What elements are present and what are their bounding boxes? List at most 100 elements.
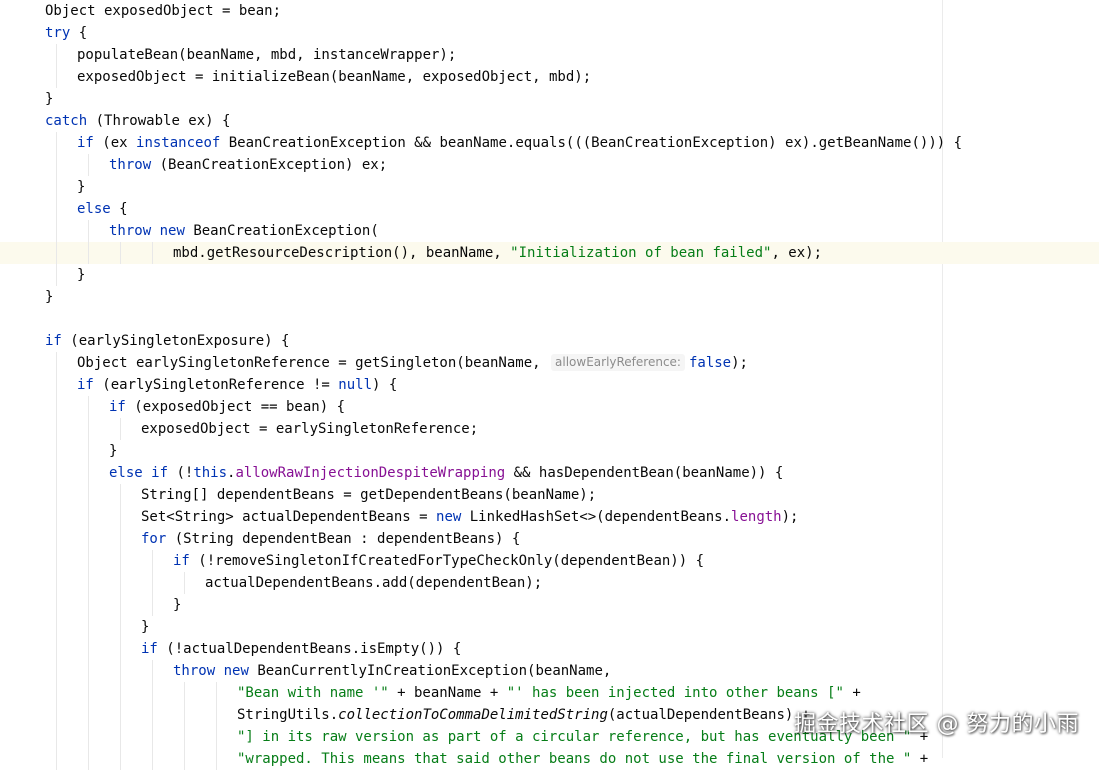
indent-guide (184, 748, 185, 770)
code-token: throw (109, 157, 152, 173)
code-token: { (70, 25, 88, 41)
code-token: instanceof (136, 135, 221, 151)
indent-guide (216, 682, 217, 704)
code-token: mbd.getResourceDescription(), beanName, (173, 245, 511, 261)
code-token: "Initialization of bean failed" (510, 245, 772, 261)
code-token: if (77, 377, 94, 393)
code-token: new (436, 509, 462, 525)
code-line[interactable]: Object exposedObject = bean; (0, 0, 1099, 22)
code-text: catch (Throwable ex) { (45, 111, 230, 131)
code-line[interactable]: mbd.getResourceDescription(), beanName, … (0, 242, 1099, 264)
code-token: if (141, 641, 158, 657)
code-line[interactable]: catch (Throwable ex) { (0, 110, 1099, 132)
code-line[interactable]: throw (BeanCreationException) ex; (0, 154, 1099, 176)
code-line[interactable]: exposedObject = earlySingletonReference; (0, 418, 1099, 440)
code-token: else (77, 201, 111, 217)
indent-guide (216, 748, 217, 770)
indent-guide (56, 616, 57, 638)
code-text: "Bean with name '" + beanName + "' has b… (237, 683, 861, 703)
code-text: mbd.getResourceDescription(), beanName, … (173, 243, 822, 263)
code-line[interactable]: if (exposedObject == bean) { (0, 396, 1099, 418)
indent-guide (56, 44, 57, 66)
code-token: exposedObject = earlySingletonReference; (141, 421, 479, 437)
indent-guide (152, 572, 153, 594)
code-line[interactable]: actualDependentBeans.add(dependentBean); (0, 572, 1099, 594)
watermark: 掘金技术社区 @ 努力的小雨 (794, 712, 1079, 737)
code-token: ); (731, 355, 748, 371)
code-line[interactable]: Set<String> actualDependentBeans = new L… (0, 506, 1099, 528)
code-text: } (77, 265, 85, 285)
indent-guide (120, 638, 121, 660)
code-text: try { (45, 23, 87, 43)
code-line[interactable]: populateBean(beanName, mbd, instanceWrap… (0, 44, 1099, 66)
code-line[interactable]: if (earlySingletonExposure) { (0, 330, 1099, 352)
code-text: Set<String> actualDependentBeans = new L… (141, 507, 798, 527)
indent-guide (184, 704, 185, 726)
indent-guide (120, 572, 121, 594)
indent-guide (56, 132, 57, 154)
code-line[interactable]: } (0, 88, 1099, 110)
code-token: allowRawInjectionDespiteWrapping (235, 465, 506, 481)
indent-guide (88, 220, 89, 242)
indent-guide (120, 748, 121, 770)
indent-guide (120, 594, 121, 616)
indent-guide (56, 352, 57, 374)
code-line[interactable]: } (0, 594, 1099, 616)
code-token: (!actualDependentBeans.isEmpty()) { (157, 641, 462, 657)
code-text: exposedObject = initializeBean(beanName,… (77, 67, 591, 87)
code-text: throw new BeanCreationException( (109, 221, 379, 241)
code-token: + beanName + (388, 685, 507, 701)
code-text: if (earlySingletonReference != null) { (77, 375, 397, 395)
code-line[interactable]: throw new BeanCreationException( (0, 220, 1099, 242)
code-text: } (77, 177, 85, 197)
code-token: + (843, 685, 861, 701)
code-line[interactable]: "Bean with name '" + beanName + "' has b… (0, 682, 1099, 704)
code-line[interactable]: throw new BeanCurrentlyInCreationExcepti… (0, 660, 1099, 682)
code-line[interactable]: try { (0, 22, 1099, 44)
code-token: if (45, 333, 62, 349)
indent-guide (88, 748, 89, 770)
code-line[interactable]: exposedObject = initializeBean(beanName,… (0, 66, 1099, 88)
code-token: (BeanCreationException) ex; (151, 157, 388, 173)
code-line[interactable]: } (0, 264, 1099, 286)
indent-guide (152, 594, 153, 616)
code-token: new (223, 663, 249, 679)
code-line[interactable]: } (0, 616, 1099, 638)
code-line[interactable]: else { (0, 198, 1099, 220)
code-line[interactable]: if (earlySingletonReference != null) { (0, 374, 1099, 396)
code-line[interactable]: if (ex instanceof BeanCreationException … (0, 132, 1099, 154)
code-token: throw (173, 663, 216, 679)
code-line[interactable]: for (String dependentBean : dependentBea… (0, 528, 1099, 550)
code-line[interactable]: "wrapped. This means that said other bea… (0, 748, 1099, 770)
indent-guide (56, 220, 57, 242)
indent-guide (56, 374, 57, 396)
code-token: } (45, 289, 54, 305)
code-line[interactable]: else if (!this.allowRawInjectionDespiteW… (0, 462, 1099, 484)
code-line[interactable]: if (!actualDependentBeans.isEmpty()) { (0, 638, 1099, 660)
code-text: throw new BeanCurrentlyInCreationExcepti… (173, 661, 611, 681)
code-line[interactable] (0, 308, 1099, 330)
code-text: StringUtils.collectionToCommaDelimitedSt… (237, 705, 810, 725)
code-line[interactable]: Object earlySingletonReference = getSing… (0, 352, 1099, 374)
indent-guide (88, 572, 89, 594)
indent-guide (56, 572, 57, 594)
code-token: length (731, 509, 782, 525)
code-token: "wrapped. This means that said other bea… (237, 751, 912, 767)
code-line[interactable]: } (0, 440, 1099, 462)
code-line[interactable]: String[] dependentBeans = getDependentBe… (0, 484, 1099, 506)
indent-guide (56, 462, 57, 484)
code-line[interactable]: } (0, 176, 1099, 198)
code-editor[interactable]: Object exposedObject = bean; try {populat… (0, 0, 1099, 770)
indent-guide (56, 484, 57, 506)
code-line[interactable]: } (0, 286, 1099, 308)
code-token: { (110, 201, 128, 217)
code-line[interactable]: if (!removeSingletonIfCreatedForTypeChec… (0, 550, 1099, 572)
code-token: ); (781, 509, 799, 525)
code-token: && hasDependentBean(beanName)) { (505, 465, 784, 481)
indent-guide (56, 198, 57, 220)
code-token: StringUtils. (237, 707, 339, 723)
indent-guide (120, 242, 121, 264)
indent-guide (56, 528, 57, 550)
code-token: try (45, 25, 71, 41)
